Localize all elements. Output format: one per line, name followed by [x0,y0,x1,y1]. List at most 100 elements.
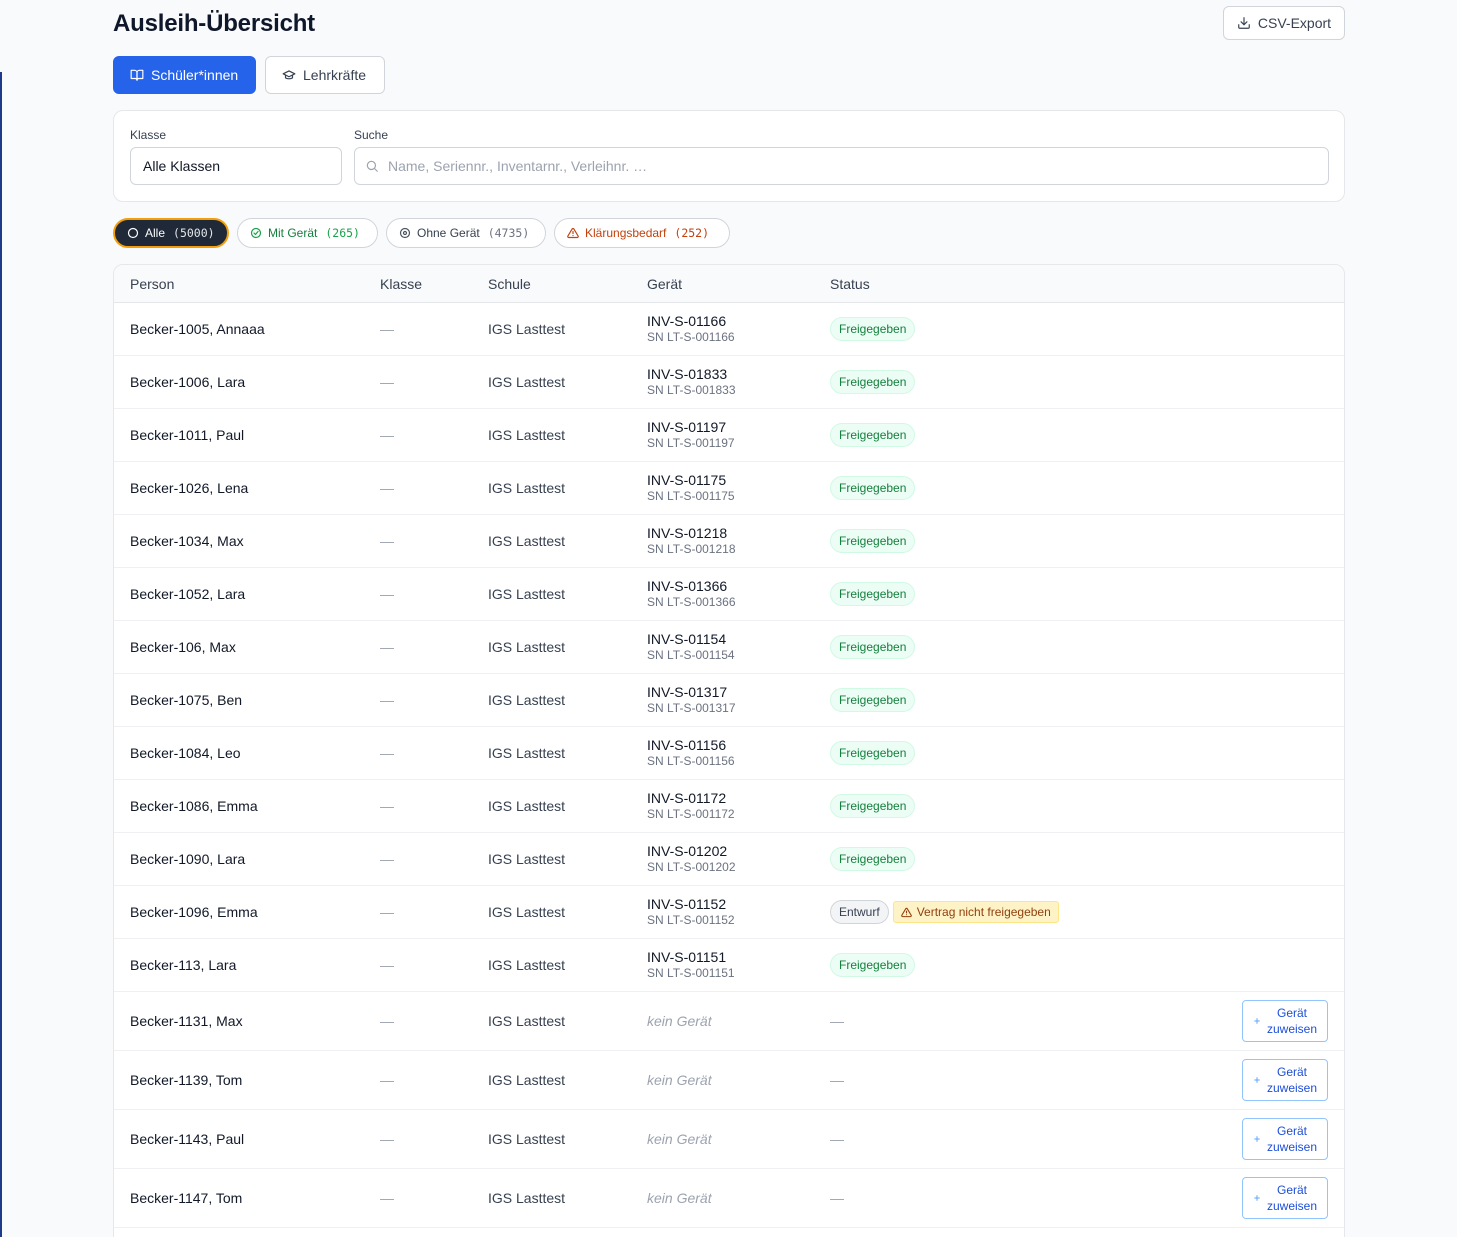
tab-students-label: Schüler*innen [151,67,239,83]
plus-icon [1253,1135,1261,1143]
class-select[interactable]: Alle Klassen [130,147,342,185]
status-cell: Freigegeben [830,688,916,712]
class-value: — [380,1190,394,1206]
table-row[interactable]: Becker-1090, Lara — IGS Lasttest INV-S-0120… [114,833,1344,886]
status-badge: Freigegeben [830,529,916,553]
table-row[interactable]: Becker-1096, Emma — IGS Lasttest INV-S-0115… [114,886,1344,939]
table-row[interactable]: Becker-1005, Annaaa — IGS Lasttest INV-S-01… [114,303,1344,356]
serial-number: SN LT-S-001197 [647,436,735,450]
table-row[interactable]: Becker-1011, Paul — IGS Lasttest INV-S-0119… [114,409,1344,462]
table-row[interactable]: Becker-1143, Paul — IGS Lasttest kein Gerät… [114,1110,1344,1169]
serial-number: SN LT-S-001317 [647,701,736,715]
person-name[interactable]: Becker-1005, Annaaa [130,321,265,337]
plus-icon [1253,1076,1261,1084]
person-name[interactable]: Becker-1075, Ben [130,692,242,708]
status-filter-chips: Alle (5000) Mit Gerät (265) Ohne Gerät (… [113,218,730,248]
chip-without-device[interactable]: Ohne Gerät (4735) [386,218,546,248]
csv-export-button[interactable]: CSV-Export [1223,6,1345,40]
header-status[interactable]: Status [830,276,870,292]
chip-with-device[interactable]: Mit Gerät (265) [237,218,378,248]
device-info[interactable]: INV-S-01197 SN LT-S-001197 [647,419,735,451]
person-name[interactable]: Becker-1139, Tom [130,1072,242,1088]
person-name[interactable]: Becker-1011, Paul [130,427,244,443]
device-info[interactable]: INV-S-01833 SN LT-S-001833 [647,366,736,398]
search-icon [365,159,379,173]
class-value: — [380,639,394,655]
header-klasse[interactable]: Klasse [380,276,422,292]
device-info[interactable]: INV-S-01175 SN LT-S-001175 [647,472,735,504]
chip-all[interactable]: Alle (5000) [113,218,229,248]
chip-clarification-count: (252) [674,226,710,240]
device-info[interactable]: INV-S-01152 SN LT-S-001152 [647,896,735,928]
chip-clarification[interactable]: Klärungsbedarf (252) [554,218,730,248]
inventory-number: INV-S-01833 [647,366,728,382]
table-row[interactable]: Becker-1075, Ben — IGS Lasttest INV-S-01317… [114,674,1344,727]
table-row[interactable]: Becker-1052, Lara — IGS Lasttest INV-S-0136… [114,568,1344,621]
device-info[interactable]: INV-S-01156 SN LT-S-001156 [647,737,735,769]
person-name[interactable]: Becker-113, Lara [130,957,236,973]
inventory-number: INV-S-01366 [647,578,728,594]
table-row[interactable]: Becker-1084, Leo — IGS Lasttest INV-S-01156… [114,727,1344,780]
table-row[interactable]: Becker-113, Lara — IGS Lasttest INV-S-01151… [114,939,1344,992]
person-name[interactable]: Becker-1143, Paul [130,1131,244,1147]
search-field[interactable] [354,147,1329,185]
table-row[interactable]: Becker-1026, Lena — IGS Lasttest INV-S-0117… [114,462,1344,515]
table-row[interactable]: Becker-106, Max — IGS Lasttest INV-S-01154 S… [114,621,1344,674]
person-name[interactable]: Becker-106, Max [130,639,236,655]
school-name: IGS Lasttest [488,798,566,814]
school-name: IGS Lasttest [488,533,566,549]
person-name[interactable]: Becker-1147, Tom [130,1190,242,1206]
help-circle-icon [399,227,411,239]
status-badge: Freigegeben [830,688,916,712]
person-name[interactable]: Becker-1034, Max [130,533,244,549]
person-name[interactable]: Becker-1052, Lara [130,586,245,602]
device-info[interactable]: INV-S-01172 SN LT-S-001172 [647,790,735,822]
person-name[interactable]: Becker-1131, Max [130,1013,243,1029]
header-person[interactable]: Person [130,276,174,292]
warning-badge: Vertrag nicht freigegeben [892,901,1059,923]
serial-number: SN LT-S-001156 [647,754,735,768]
warning-triangle-icon [567,227,579,239]
person-name[interactable]: Becker-1096, Emma [130,904,258,920]
person-name[interactable]: Becker-1084, Leo [130,745,241,761]
person-name[interactable]: Becker-1090, Lara [130,851,245,867]
device-info[interactable]: INV-S-01317 SN LT-S-001317 [647,684,736,716]
device-info[interactable]: INV-S-01151 SN LT-S-001151 [647,949,735,981]
device-info[interactable]: INV-S-01154 SN LT-S-001154 [647,631,735,663]
search-input[interactable] [388,158,1328,174]
device-info[interactable]: INV-S-01202 SN LT-S-001202 [647,843,736,875]
circle-icon [127,227,139,239]
inventory-number: INV-S-01175 [647,472,727,488]
device-info[interactable]: INV-S-01218 SN LT-S-001218 [647,525,736,557]
person-name[interactable]: Becker-1086, Emma [130,798,258,814]
table-row[interactable]: Becker-1006, Lara — IGS Lasttest INV-S-0183… [114,356,1344,409]
assign-device-button[interactable]: Gerät zuweisen [1242,1177,1328,1219]
table-row[interactable]: Becker-1147, Tom — IGS Lasttest kein Gerät —… [114,1169,1344,1228]
class-value: — [380,692,394,708]
status-cell: Entwurf Vertrag nicht freigegeben [830,900,1059,924]
device-info[interactable]: INV-S-01166 SN LT-S-001166 [647,313,735,345]
person-name[interactable]: Becker-1026, Lena [130,480,248,496]
chip-without-device-count: (4735) [487,226,530,240]
serial-number: SN LT-S-001152 [647,913,735,927]
assign-device-button[interactable]: Gerät zuweisen [1242,1118,1328,1160]
person-name[interactable]: Becker-1006, Lara [130,374,245,390]
header-schule[interactable]: Schule [488,276,531,292]
table-row[interactable]: Becker-1131, Max — IGS Lasttest kein Gerät —… [114,992,1344,1051]
tab-students[interactable]: Schüler*innen [113,56,256,94]
tab-teachers[interactable]: Lehrkräfte [265,56,385,94]
inventory-number: INV-S-01151 [647,949,727,965]
table-row[interactable]: Becker-1034, Max — IGS Lasttest INV-S-01218… [114,515,1344,568]
header-geraet[interactable]: Gerät [647,276,682,292]
table-row[interactable]: Becker-1086, Emma — IGS Lasttest INV-S-0117… [114,780,1344,833]
class-value: — [380,374,394,390]
chip-without-device-label: Ohne Gerät [417,226,480,240]
assign-device-button[interactable]: Gerät zuweisen [1242,1000,1328,1042]
school-name: IGS Lasttest [488,957,566,973]
class-value: — [380,480,394,496]
inventory-number: INV-S-01197 [647,419,727,435]
table-row[interactable]: Becker-1139, Tom — IGS Lasttest kein Gerät —… [114,1051,1344,1110]
assign-device-label: Gerät zuweisen [1266,1124,1318,1154]
device-info[interactable]: INV-S-01366 SN LT-S-001366 [647,578,736,610]
assign-device-button[interactable]: Gerät zuweisen [1242,1059,1328,1101]
